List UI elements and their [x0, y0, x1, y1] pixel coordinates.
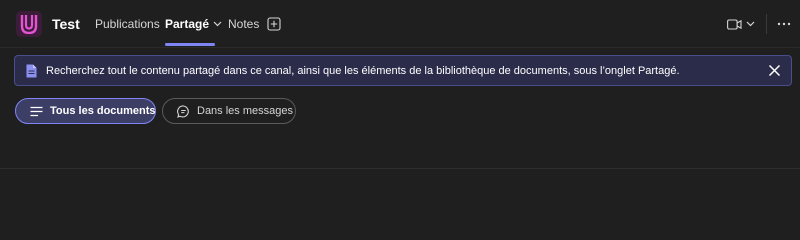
banner-message: Recherchez tout le contenu partagé dans …	[46, 65, 680, 77]
team-logo-icon[interactable]	[16, 11, 42, 37]
chevron-down-icon	[746, 21, 755, 27]
active-tab-indicator	[165, 43, 215, 46]
plus-square-icon[interactable]	[267, 17, 281, 31]
team-name: Test	[52, 16, 80, 32]
tab-notes[interactable]: Notes	[228, 17, 259, 31]
content-divider	[0, 168, 800, 169]
filter-all-documents[interactable]: Tous les documents	[15, 98, 156, 124]
info-banner: Recherchez tout le contenu partagé dans …	[14, 55, 792, 86]
header-divider	[766, 14, 767, 34]
video-camera-icon	[727, 18, 742, 30]
filter-in-messages-label: Dans les messages	[197, 105, 293, 117]
filter-in-messages[interactable]: Dans les messages	[162, 98, 296, 124]
close-icon[interactable]	[768, 64, 781, 77]
channel-header: Test Publications Partagé Notes	[0, 0, 800, 48]
filter-all-documents-label: Tous les documents	[50, 105, 156, 117]
tab-partage[interactable]: Partagé	[165, 17, 222, 31]
video-call-button[interactable]	[727, 17, 757, 31]
tab-publications[interactable]: Publications	[95, 17, 160, 31]
chevron-down-icon[interactable]	[213, 21, 222, 27]
tab-partage-label: Partagé	[165, 17, 210, 31]
document-icon	[26, 64, 37, 78]
more-horizontal-icon[interactable]	[776, 17, 792, 31]
list-icon	[30, 106, 43, 116]
chat-bubble-icon	[177, 104, 189, 118]
